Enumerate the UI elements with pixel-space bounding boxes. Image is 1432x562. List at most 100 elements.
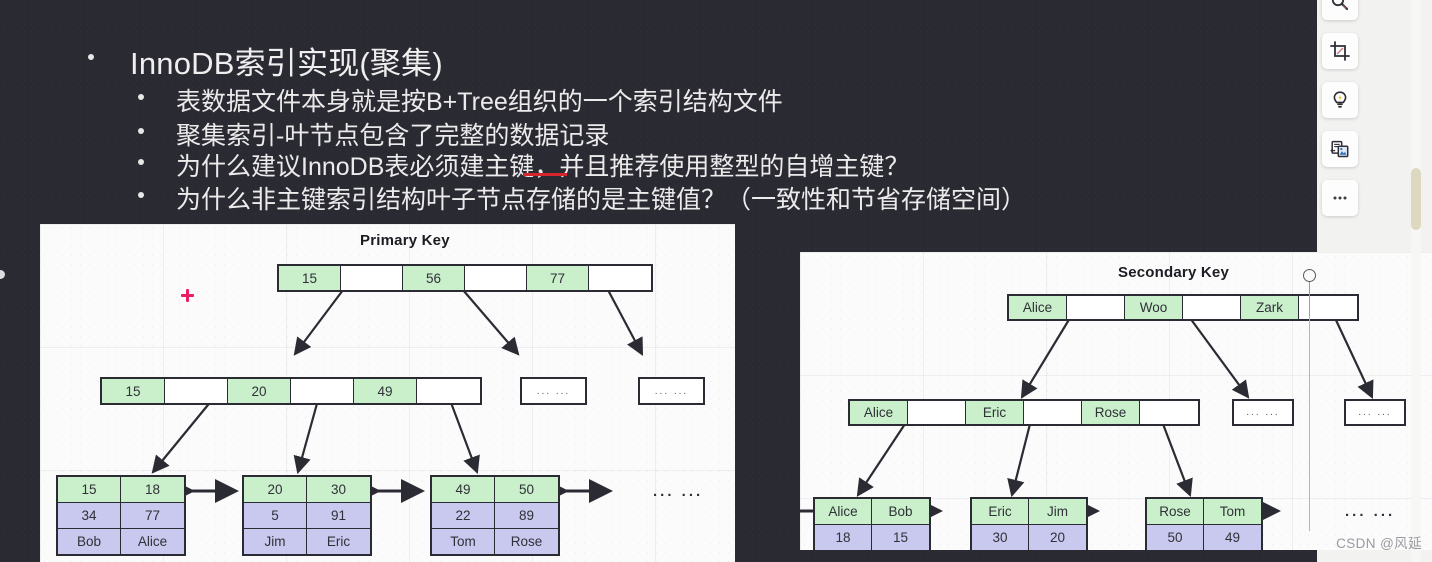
cell-key: Rose (1147, 499, 1204, 524)
cell-key: Eric (966, 401, 1024, 424)
slide-bullet-4-row: 为什么非主键索引结构叶子节点存储的是主键值？（一致性和节省存储空间） (138, 180, 1026, 216)
lightbulb-icon (1333, 91, 1347, 108)
secondary-leaf-node-2[interactable]: Eric Jim 30 20 (970, 497, 1088, 550)
cell-value: Tom (432, 529, 495, 554)
cell-ellipsis: ... ... (522, 379, 585, 403)
cell-key: Alice (1009, 296, 1067, 319)
cell-key: Eric (972, 499, 1029, 524)
slide-heading-row: InnoDB索引实现(聚集) (88, 38, 443, 83)
copy-image-icon (1330, 140, 1349, 158)
primary-level2-node[interactable]: 15 20 49 (100, 377, 482, 405)
node-row-data: 5 91 (244, 502, 370, 528)
cell-key: 18 (121, 477, 184, 502)
node-row-keys: 20 30 (244, 477, 370, 502)
node-row: ... ... (640, 379, 703, 403)
cell-key: Rose (1082, 401, 1140, 424)
node-row-data: Bob Alice (58, 528, 184, 554)
cell-value: 50 (1147, 525, 1204, 550)
crosshair-cursor-icon (181, 289, 194, 302)
cell-blank (341, 266, 403, 290)
resize-handle[interactable] (1303, 269, 1316, 282)
more-options-button[interactable] (1322, 180, 1358, 216)
search-button[interactable] (1322, 0, 1358, 20)
selection-stem (1309, 276, 1311, 316)
watermark: CSDN @风延 (1336, 536, 1422, 551)
cell-value: 91 (307, 503, 370, 528)
node-row: ... ... (1234, 401, 1292, 424)
slide-bullet-1: 表数据文件本身就是按B+Tree组织的一个索引结构文件 (176, 88, 783, 116)
primary-root-node[interactable]: 15 56 77 (277, 264, 653, 292)
vertical-divider (1309, 316, 1311, 531)
cell-value: 89 (495, 503, 558, 528)
cell-key: 49 (432, 477, 495, 502)
node-row-keys: Rose Tom (1147, 499, 1261, 524)
secondary-key-diagram-panel[interactable]: Secondary Key Alice Woo Zark Alice Eric … (800, 252, 1432, 550)
cell-blank (1183, 296, 1241, 319)
cell-ellipsis: ... ... (1346, 401, 1404, 424)
node-row: 15 56 77 (279, 266, 651, 290)
search-icon (1331, 0, 1349, 11)
node-row: 15 20 49 (102, 379, 480, 403)
slide-bullet-1-row: 表数据文件本身就是按B+Tree组织的一个索引结构文件 (138, 82, 783, 118)
bullet-dot-icon (88, 54, 94, 60)
cell-key: 30 (307, 477, 370, 502)
secondary-level2-ellipsis-node-2[interactable]: ... ... (1344, 399, 1406, 426)
cell-blank (908, 401, 966, 424)
primary-leaf-ellipsis: ... ... (653, 483, 704, 500)
bullet-dot-icon (138, 192, 144, 198)
bullet-dot-icon (138, 159, 144, 165)
cell-key: 15 (58, 477, 121, 502)
cell-key: Bob (872, 499, 929, 524)
scrollbar-track[interactable] (1411, 0, 1421, 562)
secondary-root-node[interactable]: Alice Woo Zark (1007, 294, 1359, 321)
node-row-data: 34 77 (58, 502, 184, 528)
cell-ellipsis: ... ... (640, 379, 703, 403)
primary-leaf-node-1[interactable]: 15 18 34 77 Bob Alice (56, 475, 186, 556)
cell-value: 22 (432, 503, 495, 528)
cell-value: Alice (121, 529, 184, 554)
cell-blank (417, 379, 480, 403)
node-row-data: Jim Eric (244, 528, 370, 554)
scrollbar-thumb[interactable] (1411, 168, 1421, 230)
node-row-data: 30 20 (972, 524, 1086, 550)
node-row: Alice Eric Rose (850, 401, 1198, 424)
primary-leaf-node-2[interactable]: 20 30 5 91 Jim Eric (242, 475, 372, 556)
cell-key: 77 (527, 266, 589, 290)
smart-lightbulb-button[interactable] (1322, 82, 1358, 118)
cell-value: Bob (58, 529, 121, 554)
cell-blank (1299, 296, 1357, 319)
cell-key: Tom (1204, 499, 1261, 524)
slide-bullet-3: 为什么建议InnoDB表必须建主键，并且推荐使用整型的自增主键？ (176, 153, 910, 181)
crop-button[interactable] (1322, 33, 1358, 69)
secondary-leaf-node-3[interactable]: Rose Tom 50 49 (1145, 497, 1263, 550)
secondary-leaf-node-1[interactable]: Alice Bob 18 15 (813, 497, 931, 550)
cell-blank (1140, 401, 1198, 424)
copy-image-button[interactable] (1322, 131, 1358, 167)
secondary-level2-ellipsis-node-1[interactable]: ... ... (1232, 399, 1294, 426)
primary-key-diagram-panel[interactable]: Primary Key 15 56 77 15 20 49 ... ... ..… (40, 224, 735, 562)
cell-value: Jim (244, 529, 307, 554)
cell-key: Zark (1241, 296, 1299, 319)
crop-icon (1330, 41, 1350, 61)
cell-blank (589, 266, 651, 290)
red-underline-annotation (523, 173, 567, 176)
node-row: Alice Woo Zark (1009, 296, 1357, 319)
primary-level2-ellipsis-node-1[interactable]: ... ... (520, 377, 587, 405)
screenshot-root: InnoDB索引实现(聚集) 表数据文件本身就是按B+Tree组织的一个索引结构… (0, 0, 1432, 562)
slide-heading: InnoDB索引实现(聚集) (130, 46, 443, 81)
cell-key: 49 (354, 379, 417, 403)
slide-bullet-3-row: 为什么建议InnoDB表必须建主键，并且推荐使用整型的自增主键？ (138, 147, 909, 183)
right-toolbar[interactable] (1322, 0, 1358, 229)
cell-key: Alice (850, 401, 908, 424)
cell-key: Woo (1125, 296, 1183, 319)
primary-leaf-node-3[interactable]: 49 50 22 89 Tom Rose (430, 475, 560, 556)
secondary-level2-node[interactable]: Alice Eric Rose (848, 399, 1200, 426)
node-row-data: Tom Rose (432, 528, 558, 554)
cell-key: 56 (403, 266, 465, 290)
cell-key: 20 (228, 379, 291, 403)
cell-blank (1024, 401, 1082, 424)
node-row-data: 18 15 (815, 524, 929, 550)
primary-level2-ellipsis-node-2[interactable]: ... ... (638, 377, 705, 405)
slide-bullet-4: 为什么非主键索引结构叶子节点存储的是主键值？（一致性和节省存储空间） (176, 186, 1027, 214)
primary-key-title: Primary Key (360, 232, 450, 249)
